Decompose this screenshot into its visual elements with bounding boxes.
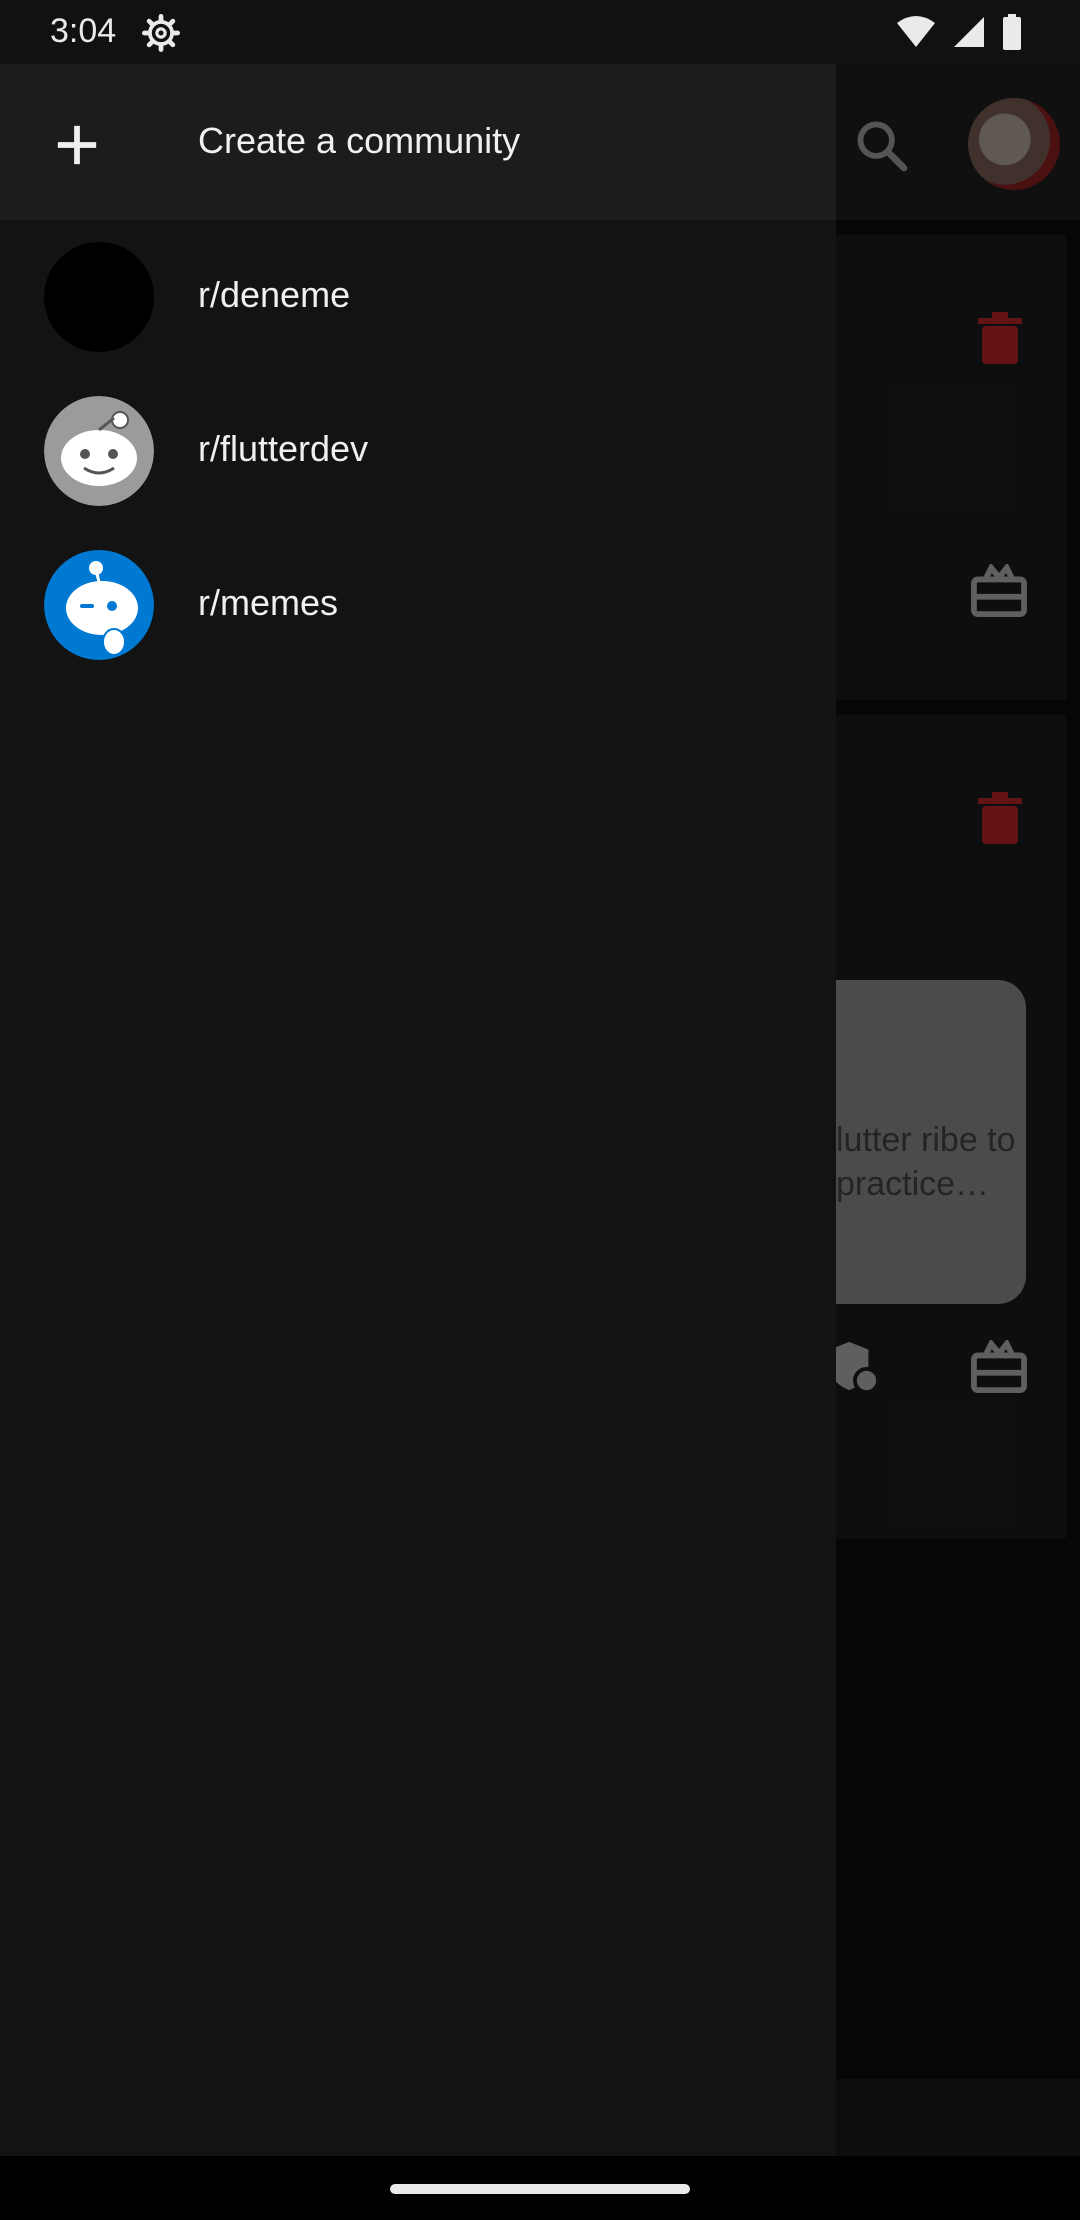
- status-time: 3:04: [50, 12, 117, 50]
- battery-icon: [1003, 14, 1021, 50]
- community-drawer: Create a community r/deneme r/flutterdev…: [0, 64, 836, 2156]
- cellular-signal-icon: [954, 17, 984, 47]
- community-avatar: [44, 242, 154, 352]
- plus-icon: [57, 125, 97, 165]
- community-label: r/deneme: [198, 274, 351, 315]
- settings-gear-icon: [142, 14, 180, 52]
- wifi-icon: [897, 16, 935, 47]
- community-item-memes[interactable]: r/memes: [0, 528, 836, 682]
- create-community-button[interactable]: Create a community: [0, 64, 836, 220]
- system-navigation-bar: [0, 2156, 1080, 2220]
- community-item-flutterdev[interactable]: r/flutterdev: [0, 374, 836, 528]
- reddit-snoo-avatar-icon: [44, 396, 154, 506]
- create-community-label: Create a community: [198, 120, 521, 161]
- community-label: r/memes: [198, 582, 339, 623]
- status-bar: 3:04: [0, 0, 1080, 64]
- home-gesture-handle[interactable]: [390, 2184, 690, 2194]
- community-item-deneme[interactable]: r/deneme: [0, 220, 836, 374]
- reddit-snoo-avatar-icon: [44, 550, 154, 660]
- community-label: r/flutterdev: [198, 428, 369, 469]
